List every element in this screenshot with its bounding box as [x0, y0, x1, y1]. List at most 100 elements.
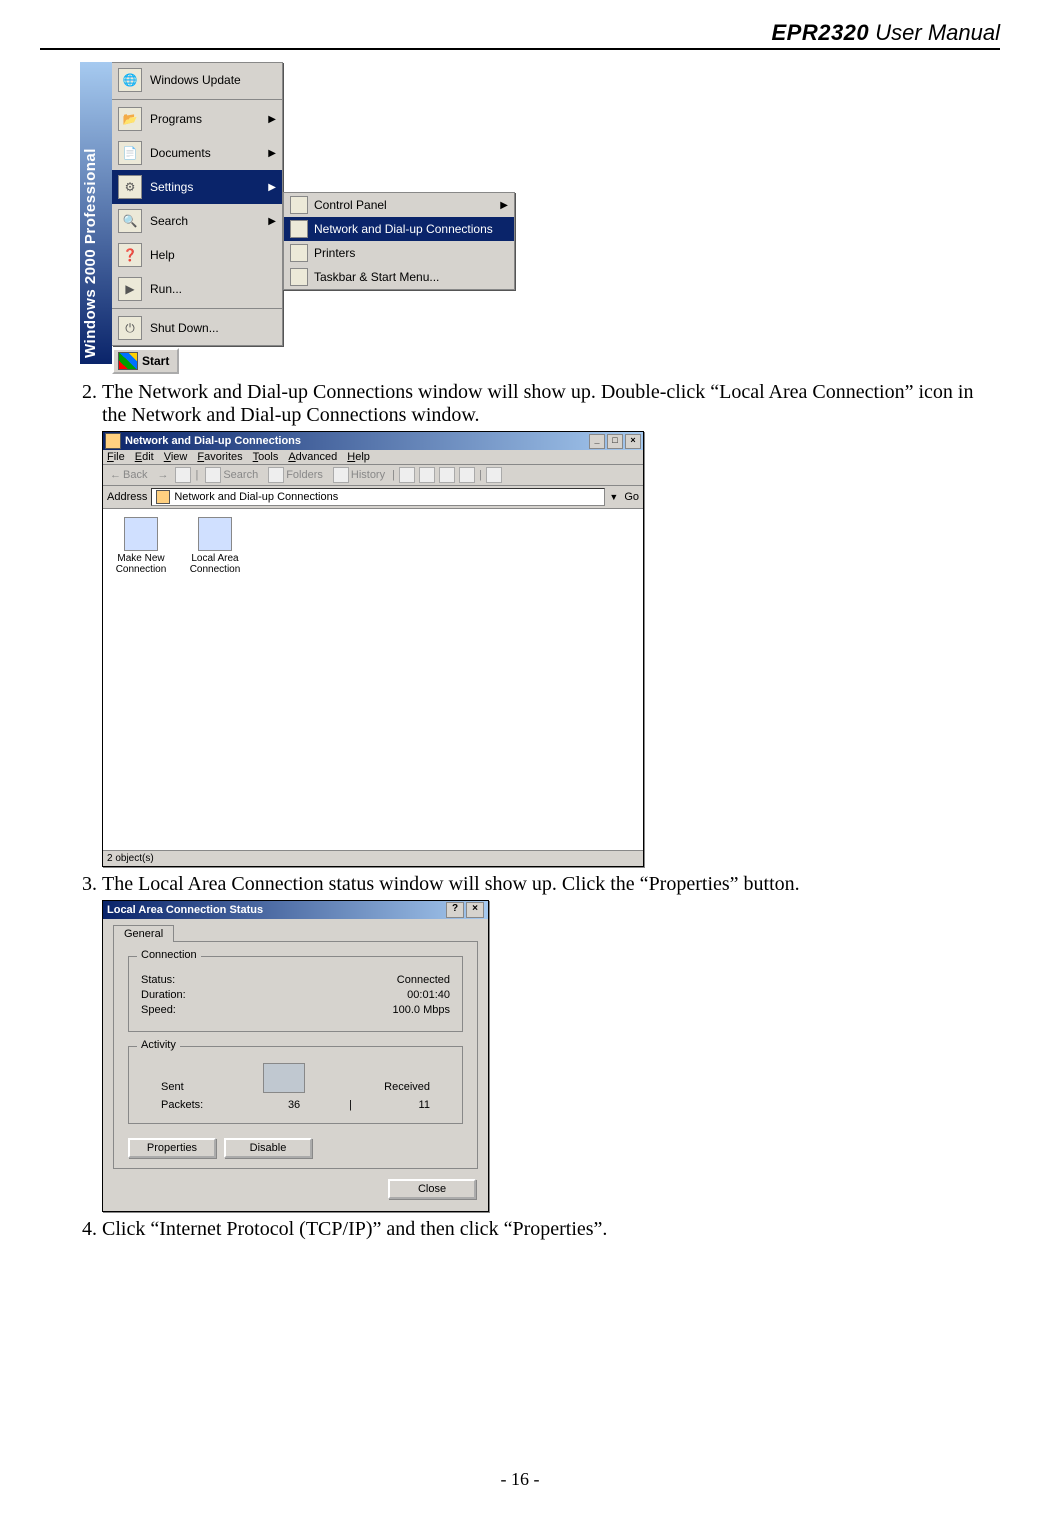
duration-value: 00:01:40: [407, 989, 450, 1001]
dialog-panel: Connection Status:Connected Duration:00:…: [113, 941, 478, 1169]
figure-start-menu: Windows 2000 Professional 🌐Windows Updat…: [80, 62, 560, 375]
step-4-text: Click “Internet Protocol (TCP/IP)” and t…: [102, 1218, 607, 1240]
delete-icon[interactable]: [439, 467, 455, 483]
speed-value: 100.0 Mbps: [393, 1004, 450, 1016]
folder-icon: [105, 433, 121, 449]
submenu-printers[interactable]: Printers: [284, 241, 514, 265]
shutdown-icon: ⏻: [118, 316, 142, 340]
menu-programs[interactable]: 📂Programs▶: [112, 102, 282, 136]
chevron-right-icon: ▶: [268, 148, 276, 159]
search-icon: 🔍: [118, 209, 142, 233]
icon-local-area-connection[interactable]: Local Area Connection: [185, 517, 245, 575]
documents-icon: 📄: [118, 141, 142, 165]
help-icon: ❓: [118, 243, 142, 267]
close-button[interactable]: ×: [466, 902, 484, 918]
chevron-right-icon: ▶: [268, 182, 276, 193]
help-button[interactable]: ?: [446, 902, 464, 918]
start-button[interactable]: Start: [112, 348, 179, 374]
taskbar-icon: [290, 268, 308, 286]
chevron-right-icon: ▶: [268, 216, 276, 227]
menu-favorites[interactable]: Favorites: [197, 451, 242, 463]
views-icon[interactable]: [486, 467, 502, 483]
explorer-titlebar[interactable]: Network and Dial-up Connections _ □ ×: [103, 432, 643, 450]
menu-run[interactable]: ▶Run...: [112, 272, 282, 306]
group-activity: Activity Sent Received Packets: 36 | 11: [128, 1046, 463, 1124]
menu-documents[interactable]: 📄Documents▶: [112, 136, 282, 170]
programs-icon: 📂: [118, 107, 142, 131]
submenu-control-panel[interactable]: Control Panel▶: [284, 193, 514, 217]
properties-button[interactable]: Properties: [128, 1138, 216, 1158]
address-label: Address: [107, 491, 147, 503]
close-button[interactable]: ×: [625, 434, 641, 449]
menu-help[interactable]: Help: [347, 451, 370, 463]
page-header: EPR2320 User Manual: [40, 20, 1000, 50]
tool-icon[interactable]: [419, 467, 435, 483]
duration-label: Duration:: [141, 989, 186, 1001]
menu-file[interactable]: File: [107, 451, 125, 463]
folders-icon: [268, 467, 284, 483]
run-icon: ▶: [118, 277, 142, 301]
menu-shutdown[interactable]: ⏻Shut Down...: [112, 311, 282, 345]
dialog-title: Local Area Connection Status: [107, 904, 263, 916]
control-panel-icon: [290, 196, 308, 214]
back-button[interactable]: ← Back: [107, 469, 150, 481]
address-input[interactable]: Network and Dial-up Connections: [151, 488, 605, 506]
header-model: EPR2320: [771, 20, 869, 45]
chevron-right-icon: ▶: [268, 114, 276, 125]
step-list: The Network and Dial-up Connections wind…: [80, 381, 1000, 1241]
up-icon[interactable]: [175, 467, 191, 483]
menu-edit[interactable]: Edit: [135, 451, 154, 463]
wizard-icon: [124, 517, 158, 551]
sent-label: Sent: [161, 1081, 184, 1093]
tab-general[interactable]: General: [113, 925, 174, 942]
menu-search[interactable]: 🔍Search▶: [112, 204, 282, 238]
maximize-button[interactable]: □: [607, 434, 623, 449]
packets-label: Packets:: [161, 1099, 203, 1111]
submenu-taskbar[interactable]: Taskbar & Start Menu...: [284, 265, 514, 289]
tool-icon[interactable]: [399, 467, 415, 483]
menu-advanced[interactable]: Advanced: [288, 451, 337, 463]
start-menu-band: Windows 2000 Professional: [80, 62, 112, 364]
undo-icon[interactable]: [459, 467, 475, 483]
start-menu-column: 🌐Windows Update 📂Programs▶ 📄Documents▶ ⚙…: [112, 62, 283, 346]
folder-icon: [156, 490, 170, 504]
menu-settings[interactable]: ⚙Settings▶: [112, 170, 282, 204]
received-value: 11: [419, 1099, 430, 1111]
figure-explorer-window: Network and Dial-up Connections _ □ × Fi…: [102, 431, 644, 867]
activity-icon: [263, 1063, 305, 1093]
header-suffix: User Manual: [869, 20, 1000, 45]
figure-status-dialog: Local Area Connection Status ? × General…: [102, 900, 489, 1212]
menu-view[interactable]: View: [164, 451, 188, 463]
dropdown-icon[interactable]: ▼: [609, 492, 618, 502]
go-button[interactable]: Go: [622, 491, 639, 503]
explorer-statusbar: 2 object(s): [103, 850, 643, 866]
close-dialog-button[interactable]: Close: [388, 1179, 476, 1199]
icon-make-new-connection[interactable]: Make New Connection: [111, 517, 171, 575]
chevron-right-icon: ▶: [500, 200, 508, 211]
submenu-network-connections[interactable]: Network and Dial-up Connections: [284, 217, 514, 241]
explorer-menubar: File Edit View Favorites Tools Advanced …: [103, 450, 643, 465]
explorer-addressbar: Address Network and Dial-up Connections …: [103, 486, 643, 509]
forward-button[interactable]: →: [154, 469, 171, 481]
explorer-title: Network and Dial-up Connections: [125, 435, 301, 447]
disable-button[interactable]: Disable: [224, 1138, 312, 1158]
lan-icon: [198, 517, 232, 551]
explorer-body: Make New Connection Local Area Connectio…: [103, 509, 643, 850]
group-connection: Connection Status:Connected Duration:00:…: [128, 956, 463, 1032]
minimize-button[interactable]: _: [589, 434, 605, 449]
dialog-titlebar[interactable]: Local Area Connection Status ? ×: [103, 901, 488, 919]
settings-submenu: Control Panel▶ Network and Dial-up Conne…: [283, 192, 515, 290]
folders-button[interactable]: Folders: [265, 467, 326, 483]
search-button[interactable]: Search: [202, 467, 261, 483]
status-value: Connected: [397, 974, 450, 986]
status-label: Status:: [141, 974, 175, 986]
menu-help[interactable]: ❓Help: [112, 238, 282, 272]
history-button[interactable]: History: [330, 467, 388, 483]
explorer-toolbar: ← Back → | Search Folders History | |: [103, 465, 643, 486]
step-3-text: The Local Area Connection status window …: [102, 873, 800, 895]
printer-icon: [290, 244, 308, 262]
settings-icon: ⚙: [118, 175, 142, 199]
menu-tools[interactable]: Tools: [253, 451, 279, 463]
menu-windows-update[interactable]: 🌐Windows Update: [112, 63, 282, 97]
page-footer: - 16 -: [0, 1469, 1040, 1490]
